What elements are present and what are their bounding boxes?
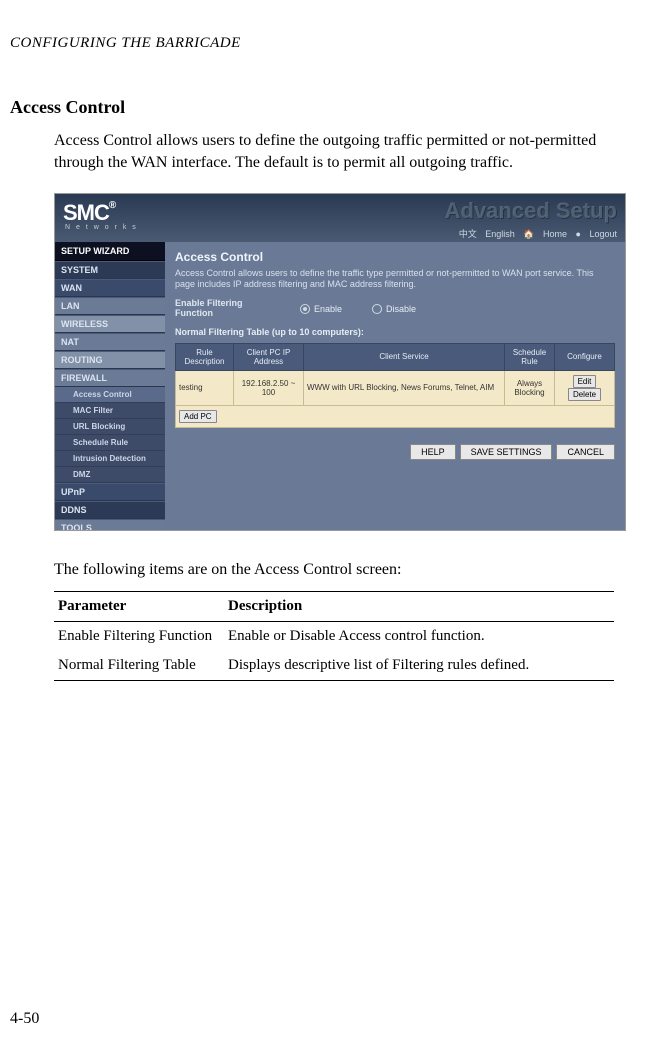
- intro-paragraph: Access Control allows users to define th…: [54, 130, 635, 175]
- logo-subtitle: N e t w o r k s: [65, 224, 138, 231]
- param-row: Normal Filtering Table Displays descript…: [54, 651, 614, 681]
- cancel-button[interactable]: CANCEL: [556, 444, 615, 460]
- sub-access-control[interactable]: Access Control: [55, 387, 165, 403]
- edit-button[interactable]: Edit: [573, 375, 597, 388]
- page-number: 4-50: [10, 1010, 39, 1028]
- enable-filtering-label: Enable Filtering Function: [175, 299, 270, 319]
- param-name: Normal Filtering Table: [54, 651, 224, 681]
- param-name: Enable Filtering Function: [54, 622, 224, 652]
- cell-ip: 192.168.2.50 ~ 100: [234, 370, 304, 405]
- nav-lan[interactable]: LAN: [55, 297, 165, 315]
- logo-reg: ®: [109, 200, 115, 211]
- lang-en[interactable]: English: [485, 229, 515, 239]
- section-title: Access Control: [10, 97, 635, 118]
- nav-nat[interactable]: NAT: [55, 333, 165, 351]
- screenshot-header: SMC® N e t w o r k s Advanced Setup 中文 E…: [55, 194, 625, 242]
- logout-link[interactable]: ● Logout: [576, 229, 617, 239]
- nav-ddns[interactable]: DDNS: [55, 501, 165, 519]
- disable-radio[interactable]: Disable: [372, 304, 416, 314]
- param-desc: Enable or Disable Access control functio…: [224, 622, 614, 652]
- param-row: Enable Filtering Function Enable or Disa…: [54, 622, 614, 652]
- delete-button[interactable]: Delete: [568, 388, 601, 401]
- enable-filtering-row: Enable Filtering Function Enable Disable: [175, 299, 615, 319]
- panel-title: Access Control: [175, 250, 615, 264]
- parameter-table: Parameter Description Enable Filtering F…: [54, 591, 614, 681]
- param-header-row: Parameter Description: [54, 592, 614, 622]
- logo-text: SMC: [63, 200, 109, 225]
- nav-upnp[interactable]: UPnP: [55, 483, 165, 501]
- smc-logo: SMC®: [63, 200, 115, 226]
- th-client-service: Client Service: [304, 343, 505, 370]
- running-header: CONFIGURING THE BARRICADE: [10, 35, 635, 52]
- button-bar: HELP SAVE SETTINGS CANCEL: [410, 444, 615, 460]
- cell-desc: testing: [176, 370, 234, 405]
- th-description: Description: [224, 592, 614, 622]
- save-settings-button[interactable]: SAVE SETTINGS: [460, 444, 553, 460]
- cell-service: WWW with URL Blocking, News Forums, Teln…: [304, 370, 505, 405]
- nav-tools[interactable]: TOOLS: [55, 519, 165, 531]
- add-pc-button[interactable]: Add PC: [179, 410, 217, 423]
- param-desc: Displays descriptive list of Filtering r…: [224, 651, 614, 681]
- cell-schedule: Always Blocking: [505, 370, 555, 405]
- radio-dot-icon: [372, 304, 382, 314]
- table-header-row: Rule Description Client PC IP Address Cl…: [176, 343, 615, 370]
- th-configure: Configure: [555, 343, 615, 370]
- th-rule-desc: Rule Description: [176, 343, 234, 370]
- nav-firewall[interactable]: FIREWALL: [55, 369, 165, 387]
- nav-wan[interactable]: WAN: [55, 279, 165, 297]
- table-row: testing 192.168.2.50 ~ 100 WWW with URL …: [176, 370, 615, 405]
- caption-below: The following items are on the Access Co…: [54, 559, 635, 581]
- radio-dot-icon: [300, 304, 310, 314]
- sub-intrusion-detection[interactable]: Intrusion Detection: [55, 451, 165, 467]
- nav-wireless[interactable]: WIRELESS: [55, 315, 165, 333]
- setup-wizard[interactable]: SETUP WIZARD: [55, 242, 165, 261]
- running-header-text: CONFIGURING THE BARRICADE: [10, 35, 241, 51]
- enable-radio[interactable]: Enable: [300, 304, 342, 314]
- advanced-setup-title: Advanced Setup: [445, 198, 617, 224]
- sub-dmz[interactable]: DMZ: [55, 467, 165, 483]
- sub-schedule-rule[interactable]: Schedule Rule: [55, 435, 165, 451]
- th-client-ip: Client PC IP Address: [234, 343, 304, 370]
- help-button[interactable]: HELP: [410, 444, 456, 460]
- sub-url-blocking[interactable]: URL Blocking: [55, 419, 165, 435]
- home-link[interactable]: 🏠 Home: [523, 229, 567, 239]
- main-panel: Access Control Access Control allows use…: [165, 242, 625, 530]
- router-screenshot: SMC® N e t w o r k s Advanced Setup 中文 E…: [54, 193, 626, 531]
- top-nav: 中文 English 🏠 Home ● Logout: [453, 227, 617, 240]
- panel-intro: Access Control allows users to define th…: [175, 268, 615, 291]
- th-parameter: Parameter: [54, 592, 224, 622]
- add-pc-row: Add PC: [176, 405, 615, 427]
- th-schedule: Schedule Rule: [505, 343, 555, 370]
- filtering-table: Rule Description Client PC IP Address Cl…: [175, 343, 615, 428]
- nav-routing[interactable]: ROUTING: [55, 351, 165, 369]
- nav-system[interactable]: SYSTEM: [55, 261, 165, 279]
- lang-cn[interactable]: 中文: [459, 229, 477, 239]
- filtering-table-title: Normal Filtering Table (up to 10 compute…: [175, 327, 615, 337]
- sub-mac-filter[interactable]: MAC Filter: [55, 403, 165, 419]
- sidebar: SETUP WIZARD SYSTEM WAN LAN WIRELESS NAT…: [55, 242, 165, 530]
- cell-configure: Edit Delete: [555, 370, 615, 405]
